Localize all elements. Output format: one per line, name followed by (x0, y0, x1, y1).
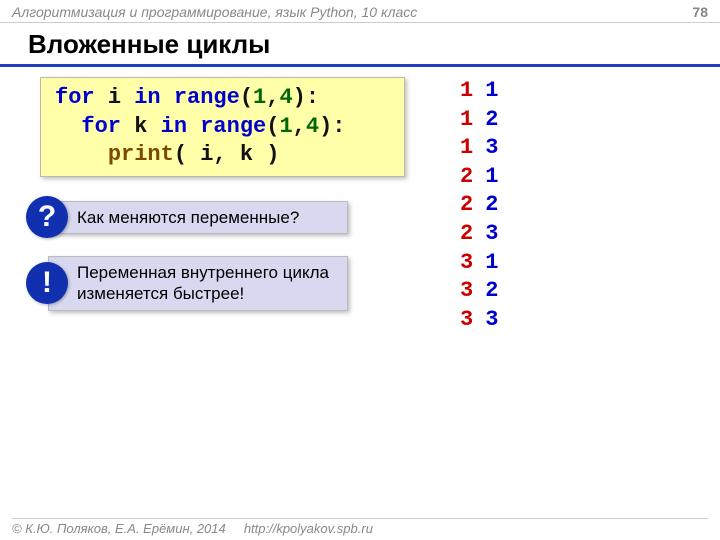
output-row: 22 (460, 191, 498, 220)
course-label: Алгоритмизация и программирование, язык … (12, 4, 417, 20)
output-row: 21 (460, 163, 498, 192)
code-line-2: for k in range(1,4): (55, 113, 390, 142)
exclaim-icon: ! (26, 262, 68, 304)
code-line-3: print( i, k ) (55, 141, 390, 170)
header-bar: Алгоритмизация и программирование, язык … (0, 0, 720, 23)
question-icon: ? (26, 196, 68, 238)
output-row: 12 (460, 106, 498, 135)
output-column: 11 12 13 21 22 23 31 32 33 (460, 77, 498, 334)
output-row: 11 (460, 77, 498, 106)
output-row: 23 (460, 220, 498, 249)
code-line-1: for i in range(1,4): (55, 84, 390, 113)
code-block: for i in range(1,4): for k in range(1,4)… (40, 77, 405, 177)
footer-url: http://kpolyakov.spb.ru (244, 521, 373, 536)
copyright: © К.Ю. Поляков, Е.А. Ерёмин, 2014 (12, 521, 226, 536)
question-text: Как меняются переменные? (48, 201, 348, 234)
page-title: Вложенные циклы (0, 23, 720, 67)
exclaim-callout: ! Переменная внутреннего цикла изменяетс… (48, 256, 720, 311)
footer: © К.Ю. Поляков, Е.А. Ерёмин, 2014 http:/… (12, 518, 708, 536)
callouts: ? Как меняются переменные? ! Переменная … (40, 201, 720, 311)
output-row: 33 (460, 306, 498, 335)
content-area: for i in range(1,4): for k in range(1,4)… (0, 77, 720, 311)
exclaim-text: Переменная внутреннего цикла изменяется … (48, 256, 348, 311)
output-row: 13 (460, 134, 498, 163)
output-row: 32 (460, 277, 498, 306)
output-row: 31 (460, 249, 498, 278)
page-number: 78 (692, 4, 708, 20)
question-callout: ? Как меняются переменные? (48, 201, 720, 234)
